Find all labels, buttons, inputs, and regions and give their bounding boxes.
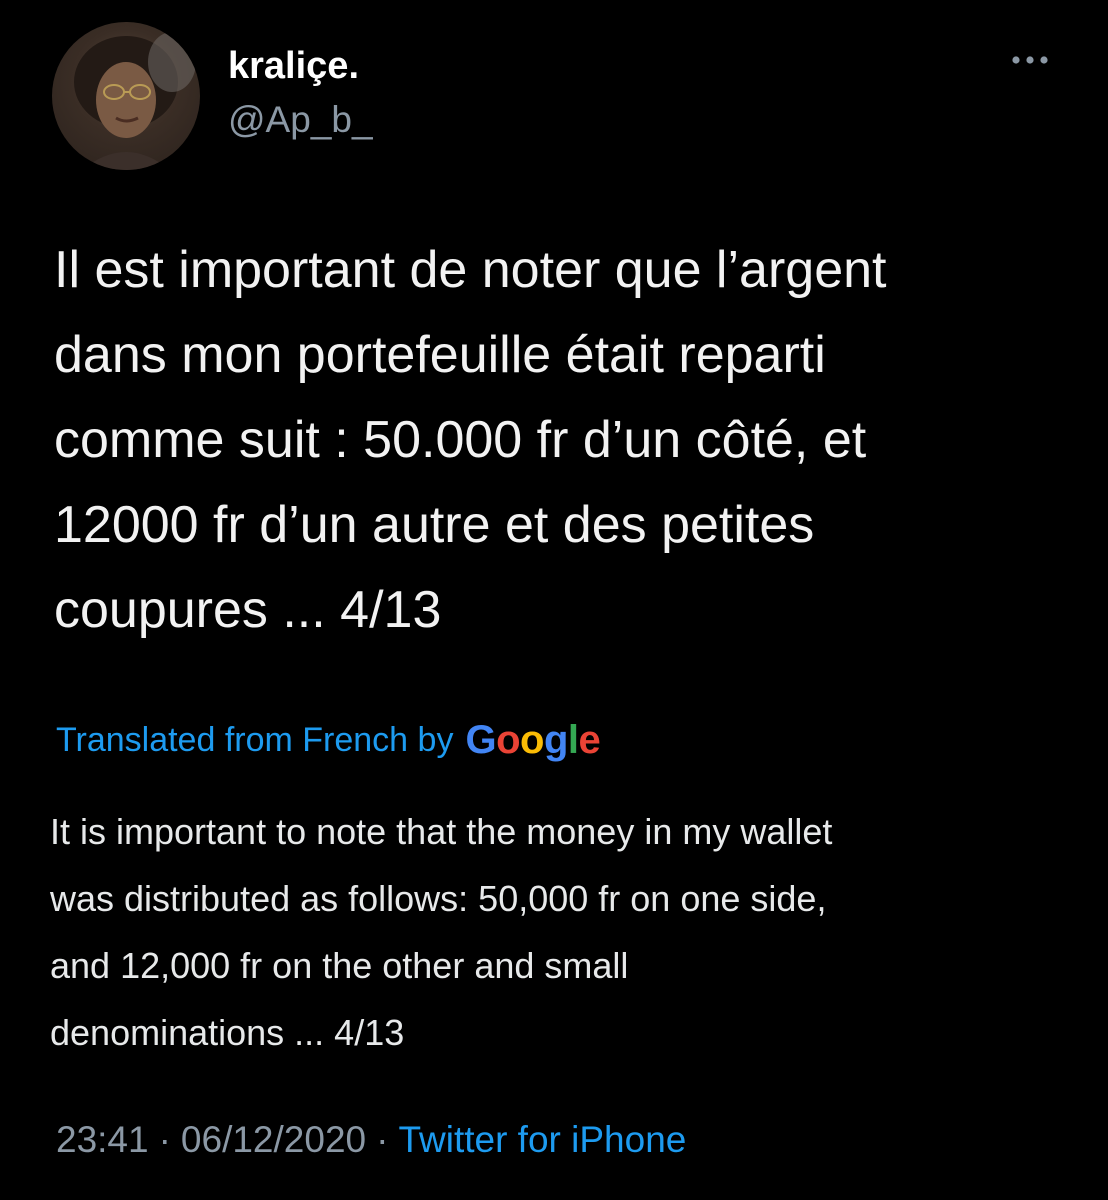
- google-logo-letter: o: [520, 717, 544, 762]
- translated-text: It is important to note that the money i…: [50, 798, 1070, 1066]
- google-logo: Google: [465, 718, 600, 763]
- google-logo-letter: G: [465, 717, 497, 762]
- display-name[interactable]: kraliçe.: [228, 44, 359, 88]
- google-logo-letter: l: [567, 717, 579, 762]
- meta-separator: ·: [158, 1119, 171, 1160]
- ellipsis-icon: [1012, 56, 1048, 64]
- tweet-meta: 23:41 · 06/12/2020 · Twitter for iPhone: [56, 1114, 686, 1166]
- tweet-line: 12000 fr d’un autre et des petites: [54, 496, 815, 554]
- tweet-line: Il est important de noter que l’argent: [54, 241, 887, 299]
- source-link[interactable]: Twitter for iPhone: [398, 1119, 686, 1161]
- tweet-text: Il est important de noter que l’argent d…: [54, 228, 1064, 653]
- user-handle[interactable]: @Ap_b_: [228, 98, 373, 142]
- google-logo-letter: o: [496, 717, 521, 762]
- translated-line: It is important to note that the money i…: [50, 811, 833, 852]
- translated-line: was distributed as follows: 50,000 fr on…: [50, 878, 827, 919]
- translated-line: denominations ... 4/13: [50, 1012, 405, 1053]
- translation-attribution: Translated from French by Google: [56, 712, 601, 768]
- avatar[interactable]: [52, 22, 200, 170]
- meta-separator: ·: [376, 1119, 389, 1160]
- tweet-line: dans mon portefeuille était reparti: [54, 326, 826, 384]
- profile-photo: [74, 32, 196, 170]
- more-options-button[interactable]: [1004, 44, 1056, 76]
- translated-from-link[interactable]: Translated from French by: [56, 721, 453, 760]
- translated-line: and 12,000 fr on the other and small: [50, 945, 629, 986]
- google-logo-letter: g: [543, 717, 568, 762]
- tweet-date[interactable]: 06/12/2020: [181, 1119, 366, 1161]
- google-logo-letter: e: [578, 717, 601, 762]
- tweet-time[interactable]: 23:41: [56, 1119, 149, 1161]
- tweet-line: coupures ... 4/13: [54, 581, 442, 639]
- tweet-line: comme suit : 50.000 fr d’un côté, et: [54, 411, 867, 469]
